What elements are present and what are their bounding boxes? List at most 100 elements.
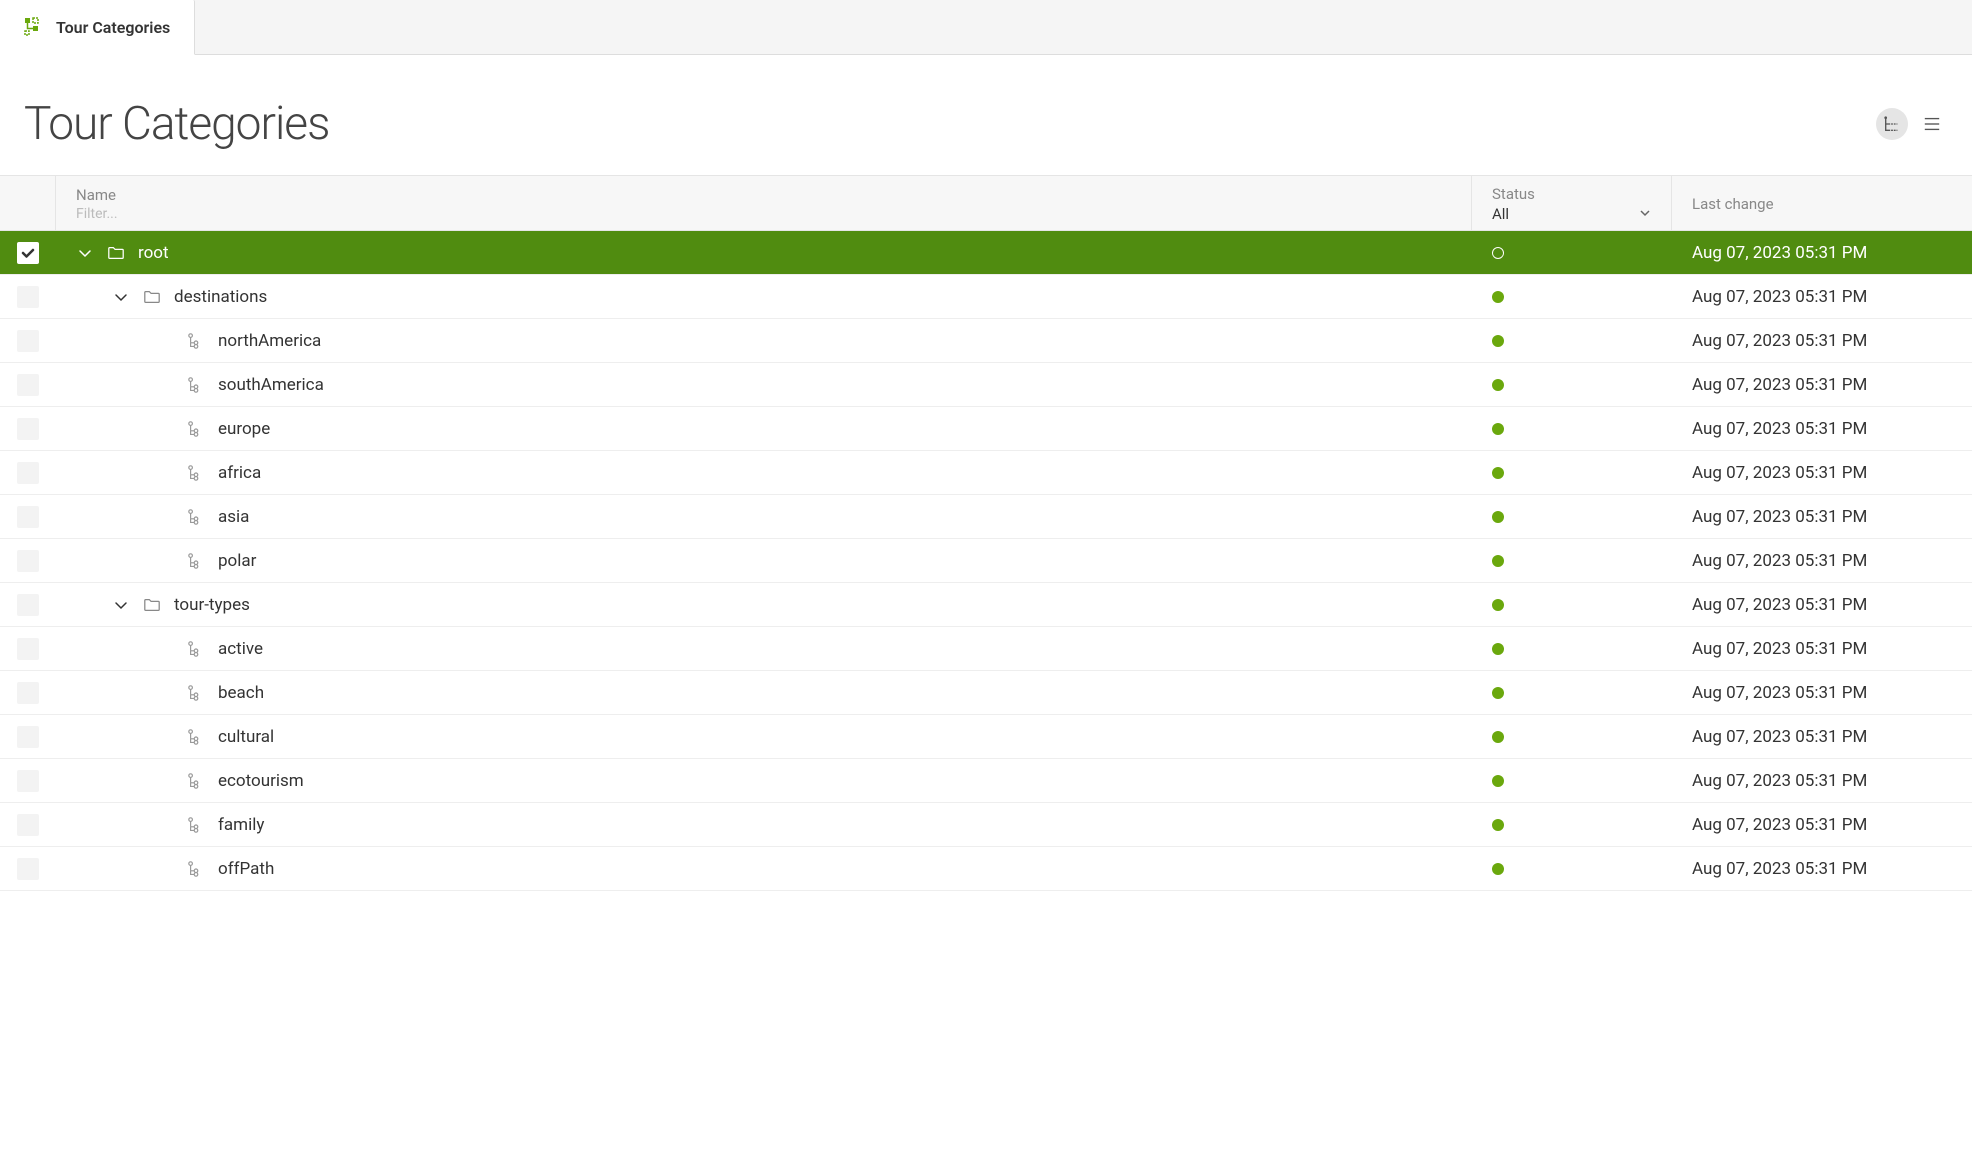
node-icon <box>186 507 206 527</box>
page-title-row: Tour Categories <box>0 55 1972 175</box>
table-row[interactable]: northAmericaAug 07, 2023 05:31 PM <box>0 319 1972 363</box>
table-row[interactable]: beachAug 07, 2023 05:31 PM <box>0 671 1972 715</box>
row-last-change-value: Aug 07, 2023 05:31 PM <box>1692 595 1867 615</box>
row-name-label: polar <box>218 551 256 571</box>
column-name: Name Filter... <box>56 176 1472 230</box>
row-name-cell: beach <box>56 683 1472 703</box>
row-status-cell <box>1472 467 1672 479</box>
tab-tour-categories[interactable]: Tour Categories <box>0 0 195 55</box>
row-checkbox[interactable] <box>17 462 39 484</box>
row-last-change-value: Aug 07, 2023 05:31 PM <box>1692 463 1867 483</box>
row-checkbox[interactable] <box>17 726 39 748</box>
table-row[interactable]: active Aug 07, 2023 05:31 PM <box>0 627 1972 671</box>
status-draft-icon <box>1492 247 1504 259</box>
status-filter-select[interactable]: All <box>1492 205 1651 223</box>
row-last-change-cell: Aug 07, 2023 05:31 PM <box>1672 331 1972 351</box>
table-row[interactable]: tour-typesAug 07, 2023 05:31 PM <box>0 583 1972 627</box>
row-last-change-value: Aug 07, 2023 05:31 PM <box>1692 551 1867 571</box>
row-status-cell <box>1472 599 1672 611</box>
expand-toggle[interactable] <box>112 288 130 306</box>
row-name-cell: ecotourism <box>56 771 1472 791</box>
status-published-icon <box>1492 819 1504 831</box>
list-view-button[interactable] <box>1916 108 1948 140</box>
row-checkbox[interactable] <box>17 374 39 396</box>
row-checkbox[interactable] <box>17 506 39 528</box>
status-published-icon <box>1492 291 1504 303</box>
row-last-change-cell: Aug 07, 2023 05:31 PM <box>1672 727 1972 747</box>
row-status-cell <box>1472 819 1672 831</box>
row-name-cell: cultural <box>56 727 1472 747</box>
row-checkbox[interactable] <box>17 330 39 352</box>
row-checkbox[interactable] <box>17 638 39 660</box>
view-toggles <box>1876 108 1948 140</box>
node-icon <box>186 375 206 395</box>
status-published-icon <box>1492 511 1504 523</box>
row-checkbox-cell <box>0 506 56 528</box>
row-checkbox[interactable] <box>17 242 39 264</box>
status-published-icon <box>1492 555 1504 567</box>
row-checkbox-cell <box>0 550 56 572</box>
row-last-change-value: Aug 07, 2023 05:31 PM <box>1692 375 1867 395</box>
table-row[interactable]: polar Aug 07, 2023 05:31 PM <box>0 539 1972 583</box>
row-name-cell: polar <box>56 551 1472 571</box>
row-checkbox-cell <box>0 330 56 352</box>
row-name-label: southAmerica <box>218 375 324 395</box>
row-last-change-value: Aug 07, 2023 05:31 PM <box>1692 859 1867 879</box>
row-name-label: active <box>218 639 263 659</box>
status-published-icon <box>1492 599 1504 611</box>
row-checkbox[interactable] <box>17 682 39 704</box>
row-last-change-value: Aug 07, 2023 05:31 PM <box>1692 815 1867 835</box>
table-row[interactable]: destinationsAug 07, 2023 05:31 PM <box>0 275 1972 319</box>
row-checkbox[interactable] <box>17 814 39 836</box>
column-status: Status All <box>1472 176 1672 230</box>
row-last-change-cell: Aug 07, 2023 05:31 PM <box>1672 639 1972 659</box>
row-checkbox[interactable] <box>17 550 39 572</box>
row-name-cell: southAmerica <box>56 375 1472 395</box>
row-checkbox[interactable] <box>17 858 39 880</box>
status-published-icon <box>1492 863 1504 875</box>
chevron-down-icon <box>1639 205 1651 223</box>
name-filter-input[interactable]: Filter... <box>76 206 1451 222</box>
table-row[interactable]: offPathAug 07, 2023 05:31 PM <box>0 847 1972 891</box>
row-status-cell <box>1472 775 1672 787</box>
row-checkbox-cell <box>0 638 56 660</box>
table-row[interactable]: ecotourismAug 07, 2023 05:31 PM <box>0 759 1972 803</box>
column-last-change-label: Last change <box>1692 195 1774 213</box>
tree-view-button[interactable] <box>1876 108 1908 140</box>
tab-label: Tour Categories <box>56 18 170 37</box>
node-icon <box>186 815 206 835</box>
table-row[interactable]: cultural Aug 07, 2023 05:31 PM <box>0 715 1972 759</box>
table-row[interactable]: asiaAug 07, 2023 05:31 PM <box>0 495 1972 539</box>
row-last-change-cell: Aug 07, 2023 05:31 PM <box>1672 507 1972 527</box>
row-last-change-cell: Aug 07, 2023 05:31 PM <box>1672 463 1972 483</box>
row-status-cell <box>1472 863 1672 875</box>
row-status-cell <box>1472 379 1672 391</box>
table-row[interactable]: africa Aug 07, 2023 05:31 PM <box>0 451 1972 495</box>
status-published-icon <box>1492 731 1504 743</box>
row-last-change-cell: Aug 07, 2023 05:31 PM <box>1672 375 1972 395</box>
tree-view-icon <box>1883 115 1901 133</box>
row-checkbox[interactable] <box>17 286 39 308</box>
expand-toggle[interactable] <box>112 596 130 614</box>
row-checkbox-cell <box>0 374 56 396</box>
row-last-change-value: Aug 07, 2023 05:31 PM <box>1692 639 1867 659</box>
row-status-cell <box>1472 423 1672 435</box>
table-row[interactable]: southAmerica Aug 07, 2023 05:31 PM <box>0 363 1972 407</box>
status-published-icon <box>1492 775 1504 787</box>
row-name-cell: root <box>56 243 1472 263</box>
row-checkbox-cell <box>0 462 56 484</box>
table-row[interactable]: europeAug 07, 2023 05:31 PM <box>0 407 1972 451</box>
row-name-label: family <box>218 815 264 835</box>
row-checkbox-cell <box>0 242 56 264</box>
row-name-label: cultural <box>218 727 274 747</box>
row-name-cell: africa <box>56 463 1472 483</box>
row-checkbox[interactable] <box>17 770 39 792</box>
row-checkbox[interactable] <box>17 594 39 616</box>
row-checkbox[interactable] <box>17 418 39 440</box>
row-last-change-cell: Aug 07, 2023 05:31 PM <box>1672 859 1972 879</box>
node-icon <box>186 419 206 439</box>
table-row[interactable]: family Aug 07, 2023 05:31 PM <box>0 803 1972 847</box>
expand-toggle[interactable] <box>76 244 94 262</box>
node-icon <box>186 463 206 483</box>
table-row[interactable]: rootAug 07, 2023 05:31 PM <box>0 231 1972 275</box>
